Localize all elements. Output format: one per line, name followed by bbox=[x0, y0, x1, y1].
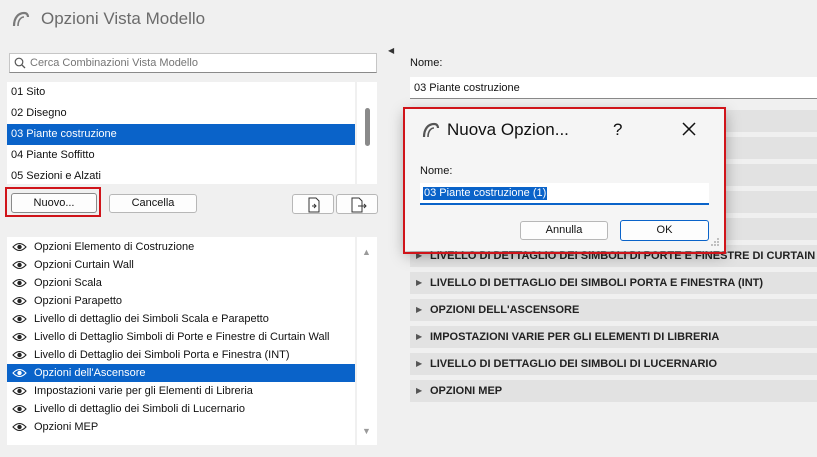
export-icon bbox=[351, 197, 367, 213]
eye-icon[interactable] bbox=[12, 278, 27, 288]
list-item[interactable]: Livello di dettaglio dei Simboli Scala e… bbox=[7, 310, 355, 328]
list-item-label: Livello di Dettaglio Simboli di Porte e … bbox=[34, 331, 330, 343]
name-field-value: 03 Piante costruzione bbox=[414, 82, 520, 94]
dialog-highlight bbox=[403, 107, 726, 254]
section-header[interactable]: ▶ OPZIONI MEP bbox=[410, 380, 817, 402]
search-box[interactable] bbox=[9, 53, 377, 73]
list-item[interactable]: Opzioni MEP bbox=[7, 418, 355, 436]
export-button[interactable] bbox=[336, 194, 378, 214]
list-item-label: Livello di Dettaglio dei Simboli Porta e… bbox=[34, 349, 290, 361]
eye-icon[interactable] bbox=[12, 368, 27, 378]
section-label: OPZIONI MEP bbox=[430, 385, 503, 397]
eye-icon[interactable] bbox=[12, 296, 27, 306]
section-label: LIVELLO DI DETTAGLIO DEI SIMBOLI PORTA E… bbox=[430, 277, 764, 289]
list-item-selected[interactable]: 03 Piante costruzione bbox=[7, 124, 355, 145]
new-button-highlight bbox=[5, 187, 101, 217]
list-item[interactable]: 04 Piante Soffitto bbox=[7, 145, 355, 166]
expand-arrow-icon: ▶ bbox=[416, 386, 423, 395]
combination-list: 01 Sito 02 Disegno 03 Piante costruzione… bbox=[7, 82, 355, 184]
title-bar: Opzioni Vista Modello bbox=[0, 0, 817, 40]
expand-arrow-icon: ▶ bbox=[416, 359, 423, 368]
list-item-label: Opzioni Curtain Wall bbox=[34, 259, 134, 271]
combination-scroll-thumb[interactable] bbox=[365, 108, 370, 146]
section-header[interactable]: ▶ IMPOSTAZIONI VARIE PER GLI ELEMENTI DI … bbox=[410, 326, 817, 348]
eye-icon[interactable] bbox=[12, 260, 27, 270]
eye-icon[interactable] bbox=[12, 332, 27, 342]
list-item-label: Impostazioni varie per gli Elementi di L… bbox=[34, 385, 253, 397]
name-label: Nome: bbox=[410, 57, 443, 69]
expand-arrow-icon: ▶ bbox=[416, 305, 423, 314]
list-item-label: Livello di dettaglio dei Simboli di Luce… bbox=[34, 403, 245, 415]
list-item-label: Opzioni MEP bbox=[34, 421, 99, 433]
list-item[interactable]: 01 Sito bbox=[7, 82, 355, 103]
eye-icon[interactable] bbox=[12, 404, 27, 414]
section-header[interactable]: ▶ LIVELLO DI DETTAGLIO DEI SIMBOLI DI LUC… bbox=[410, 353, 817, 375]
search-input[interactable] bbox=[30, 55, 370, 71]
list-item[interactable]: Impostazioni varie per gli Elementi di L… bbox=[7, 382, 355, 400]
options-list: Opzioni Elemento di Costruzione Opzioni … bbox=[7, 237, 355, 445]
expand-arrow-icon: ▶ bbox=[416, 278, 423, 287]
list-item[interactable]: Livello di Dettaglio Simboli di Porte e … bbox=[7, 328, 355, 346]
list-item-label: Opzioni Elemento di Costruzione bbox=[34, 241, 195, 253]
panel-splitter[interactable] bbox=[384, 40, 392, 457]
list-item[interactable]: Livello di Dettaglio dei Simboli Porta e… bbox=[7, 346, 355, 364]
eye-icon[interactable] bbox=[12, 386, 27, 396]
list-item[interactable]: Opzioni Curtain Wall bbox=[7, 256, 355, 274]
list-item[interactable]: Opzioni Elemento di Costruzione bbox=[7, 238, 355, 256]
section-label: IMPOSTAZIONI VARIE PER GLI ELEMENTI DI L… bbox=[430, 331, 720, 343]
options-scrollbar[interactable] bbox=[357, 237, 377, 445]
list-item[interactable]: Livello di dettaglio dei Simboli di Luce… bbox=[7, 400, 355, 418]
import-button[interactable] bbox=[292, 194, 334, 214]
list-item-label: Opzioni Parapetto bbox=[34, 295, 123, 307]
list-item[interactable]: 05 Sezioni e Alzati bbox=[7, 166, 355, 184]
list-item[interactable]: 02 Disegno bbox=[7, 103, 355, 124]
eye-icon[interactable] bbox=[12, 422, 27, 432]
list-item-label: Opzioni dell'Ascensore bbox=[34, 367, 146, 379]
import-icon bbox=[308, 197, 320, 213]
list-item[interactable]: Opzioni Parapetto bbox=[7, 292, 355, 310]
section-header[interactable]: ▶ LIVELLO DI DETTAGLIO DEI SIMBOLI PORTA … bbox=[410, 272, 817, 294]
section-header[interactable]: ▶ OPZIONI DELL'ASCENSORE bbox=[410, 299, 817, 321]
scroll-up-icon[interactable]: ▲ bbox=[362, 247, 371, 257]
section-label: OPZIONI DELL'ASCENSORE bbox=[430, 304, 580, 316]
list-item-label: Livello di dettaglio dei Simboli Scala e… bbox=[34, 313, 269, 325]
expand-arrow-icon: ▶ bbox=[416, 332, 423, 341]
section-label: LIVELLO DI DETTAGLIO DEI SIMBOLI DI LUCE… bbox=[430, 358, 718, 370]
delete-button[interactable]: Cancella bbox=[109, 194, 197, 213]
search-icon bbox=[14, 57, 26, 69]
list-item-label: Opzioni Scala bbox=[34, 277, 102, 289]
list-item-selected[interactable]: Opzioni dell'Ascensore bbox=[7, 364, 355, 382]
window-title: Opzioni Vista Modello bbox=[41, 9, 206, 28]
scroll-down-icon[interactable]: ▼ bbox=[362, 426, 371, 436]
name-field[interactable]: 03 Piante costruzione bbox=[410, 77, 817, 99]
list-item[interactable]: Opzioni Scala bbox=[7, 274, 355, 292]
eye-icon[interactable] bbox=[12, 314, 27, 324]
eye-icon[interactable] bbox=[12, 242, 27, 252]
collapse-arrow-icon[interactable]: ◀ bbox=[388, 46, 394, 55]
eye-icon[interactable] bbox=[12, 350, 27, 360]
archicad-logo-icon bbox=[12, 11, 30, 27]
